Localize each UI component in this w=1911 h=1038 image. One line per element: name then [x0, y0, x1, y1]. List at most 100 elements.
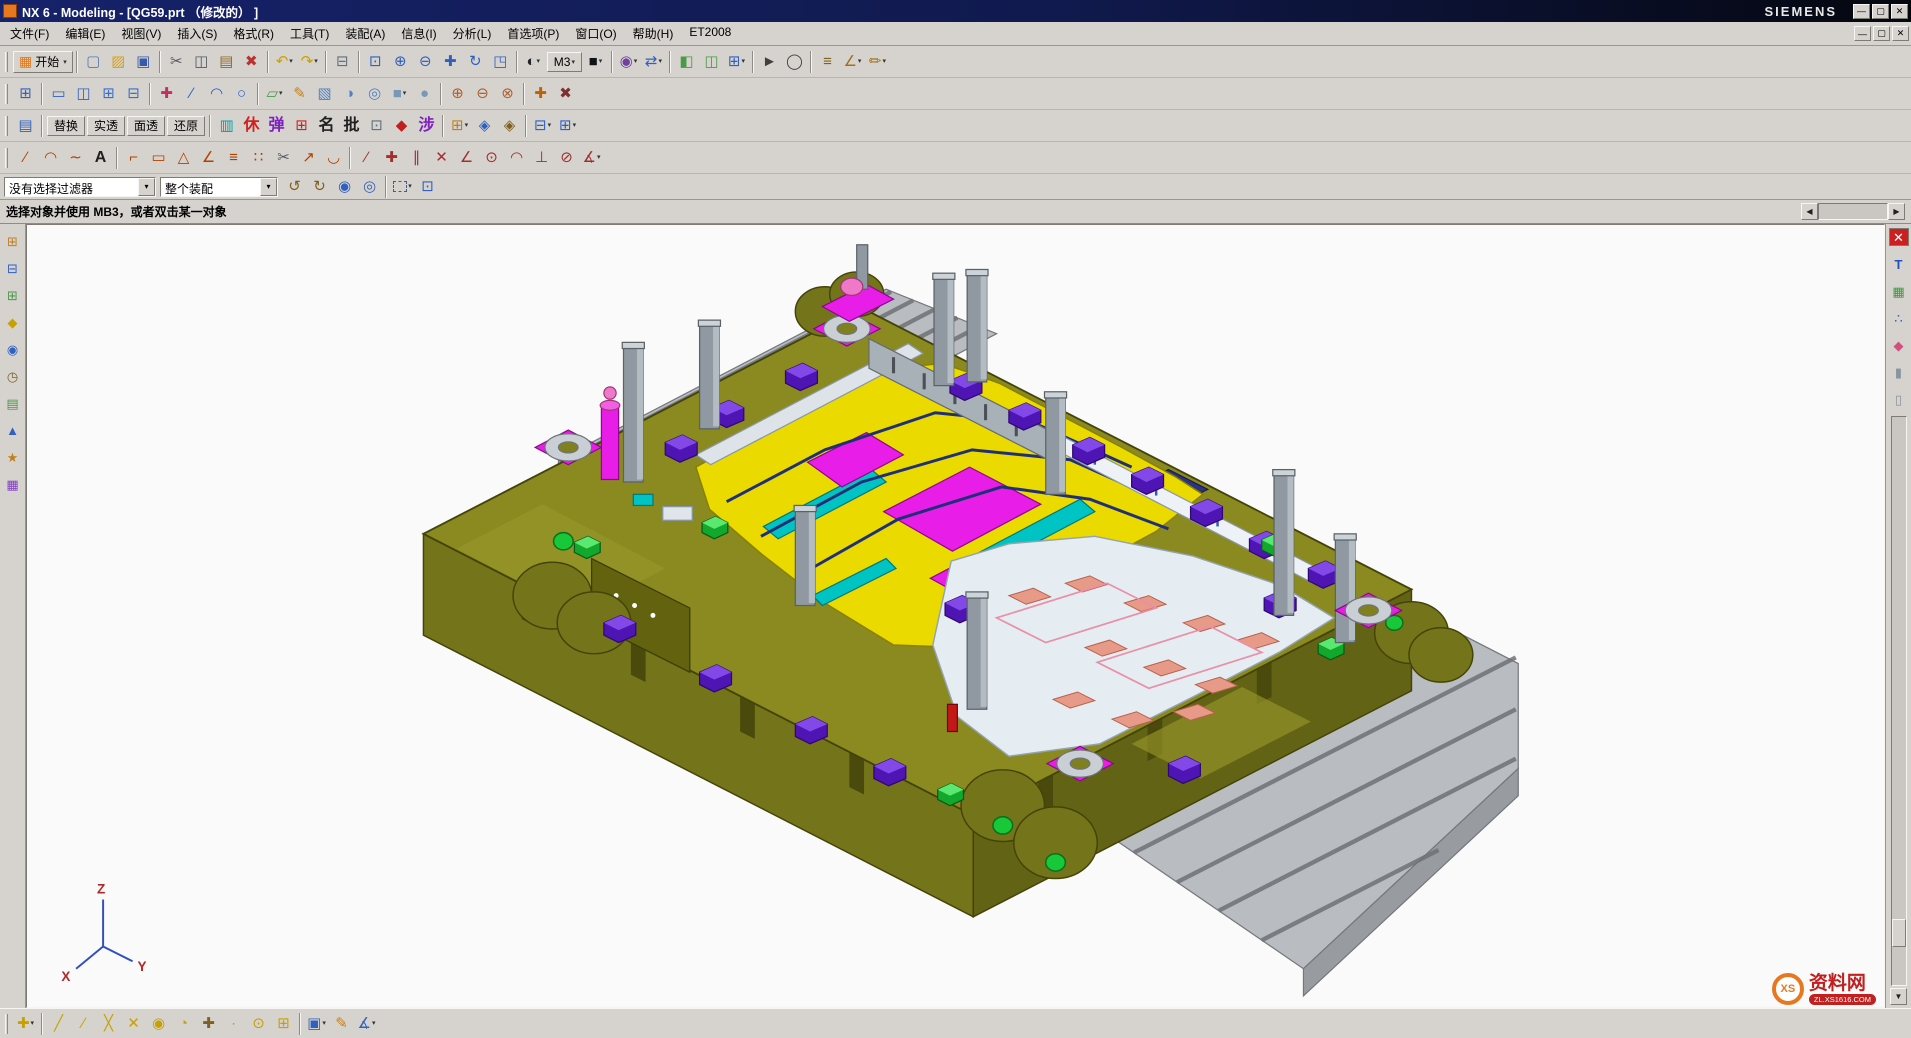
face-translucency-button[interactable]: 面透 [127, 116, 165, 136]
child-minimize-button[interactable]: — [1854, 26, 1871, 41]
unite-icon[interactable]: ⊕ [445, 82, 470, 106]
zoom-in-icon[interactable]: ⊕ [388, 50, 413, 74]
intersect-icon[interactable]: ⊗ [495, 82, 520, 106]
angle-icon[interactable]: ∠ [454, 146, 479, 170]
window-restore-button[interactable]: ▢ [1872, 4, 1889, 19]
shaded-display-icon[interactable]: ◐▾ [521, 50, 546, 74]
menu-window[interactable]: 窗口(O) [567, 22, 624, 45]
point-icon[interactable]: ✚ [154, 82, 179, 106]
hd3d-tools-icon[interactable]: ◉ [3, 340, 23, 358]
red-solid-icon[interactable]: ◆ [389, 114, 414, 138]
copy-icon[interactable]: ◫ [189, 50, 214, 74]
horizontal-scrollbar[interactable]: ◀ ▶ [1801, 203, 1905, 221]
select-arrow-icon[interactable]: ► [757, 50, 782, 74]
zoom-out-icon[interactable]: ⊖ [413, 50, 438, 74]
undo-icon[interactable]: ↶▾ [272, 50, 297, 74]
mid-point-icon[interactable]: ∕ [71, 1012, 96, 1036]
object-color-icon[interactable]: ■▾ [583, 50, 608, 74]
snap-settings-icon[interactable]: ▣▾ [304, 1012, 329, 1036]
delete-face-icon[interactable]: ✖ [553, 82, 578, 106]
render-style-button[interactable]: M3▾ [547, 52, 582, 72]
layout-wide-icon[interactable]: ⊟ [121, 82, 146, 106]
deselect-icon[interactable]: ◎ [357, 175, 382, 199]
column-display-icon[interactable]: ▥ [214, 114, 239, 138]
extend-curve-icon[interactable]: ↗ [296, 146, 321, 170]
sphere-icon[interactable]: ● [412, 82, 437, 106]
point-on-curve-icon[interactable]: ∙ [221, 1012, 246, 1036]
replace-reference-set-button[interactable]: 替换 [47, 116, 85, 136]
datum-group-icon[interactable]: ⊟▾ [530, 114, 555, 138]
menu-analysis[interactable]: 分析(L) [445, 22, 500, 45]
link-lock-icon[interactable]: ◈ [472, 114, 497, 138]
menu-assemblies[interactable]: 装配(A) [337, 22, 393, 45]
menu-edit[interactable]: 编辑(E) [57, 22, 113, 45]
print-icon[interactable]: ⊟ [330, 50, 355, 74]
existing-point-icon[interactable]: ✚ [196, 1012, 221, 1036]
circle-icon[interactable]: ○ [229, 82, 254, 106]
interference-button[interactable]: 涉 [414, 114, 439, 138]
chip-palette-icon[interactable]: ▦ [1889, 282, 1909, 300]
part-navigator-icon[interactable]: ⊞ [3, 286, 23, 304]
profile-icon[interactable]: ⌐ [121, 146, 146, 170]
menu-help[interactable]: 帮助(H) [625, 22, 682, 45]
toolbar-grip[interactable] [5, 52, 8, 72]
scroll-left-button[interactable]: ◀ [1801, 203, 1818, 220]
ellipse-icon[interactable]: ⊘ [554, 146, 579, 170]
selection-filter-dropdown[interactable]: 没有选择过滤器 ▾ [4, 177, 156, 197]
move-object-icon[interactable]: ⇄▾ [641, 50, 666, 74]
constraints-icon[interactable]: ∡▾ [354, 1012, 379, 1036]
t-slot-palette-icon[interactable]: T [1889, 255, 1909, 273]
menu-file[interactable]: 文件(F) [2, 22, 57, 45]
object-filter-icon[interactable]: ≡ [815, 50, 840, 74]
close-palette-icon[interactable]: ✕ [1889, 228, 1909, 246]
control-point-icon[interactable]: ╳ [96, 1012, 121, 1036]
highlight-icon[interactable]: ◉ [332, 175, 357, 199]
block-icon[interactable]: ■▾ [387, 82, 412, 106]
sketch-preferences-icon[interactable]: ✎ [329, 1012, 354, 1036]
menu-tools[interactable]: 工具(T) [282, 22, 337, 45]
system-materials-icon[interactable]: ▤ [3, 394, 23, 412]
cross-curve-icon[interactable]: ✕ [429, 146, 454, 170]
snapshot-icon[interactable]: ⊡ [415, 175, 440, 199]
pan-icon[interactable]: ✚ [438, 50, 463, 74]
measure-icon[interactable]: ∠▾ [840, 50, 865, 74]
suppress-button[interactable]: 休 [239, 114, 264, 138]
heart-palette-icon[interactable]: ◆ [1889, 336, 1909, 354]
save-icon[interactable]: ▣ [131, 50, 156, 74]
concentric-icon[interactable]: ⊙ [479, 146, 504, 170]
rotate-view-icon[interactable]: ↻ [463, 50, 488, 74]
pattern-curve-icon[interactable]: ∷ [246, 146, 271, 170]
annotate-icon[interactable]: ✏▾ [865, 50, 890, 74]
arc-icon[interactable]: ◠ [204, 82, 229, 106]
menu-view[interactable]: 视图(V) [113, 22, 169, 45]
cylinder-palette-icon[interactable]: ▮ [1889, 363, 1909, 381]
wcs-dynamics-icon[interactable]: ✚ [528, 82, 553, 106]
hole-icon[interactable]: ◎ [362, 82, 387, 106]
scrollbar-thumb[interactable] [1892, 919, 1906, 947]
chamfer-icon[interactable]: ∠ [196, 146, 221, 170]
new-file-icon[interactable]: ▢ [81, 50, 106, 74]
quick-trim-icon[interactable]: ∕ [354, 146, 379, 170]
show-hide-icon[interactable]: ◉▾ [616, 50, 641, 74]
vertical-scrollbar[interactable] [1891, 416, 1907, 986]
fit-view-icon[interactable]: ⊡ [363, 50, 388, 74]
sketch-line-icon[interactable]: ∕ [13, 146, 38, 170]
redo-icon[interactable]: ↷▾ [297, 50, 322, 74]
3d-model-die-assembly[interactable]: Z X Y [27, 225, 1884, 1007]
delete-icon[interactable]: ✖ [239, 50, 264, 74]
note-icon[interactable]: ⊡ [364, 114, 389, 138]
restore-button[interactable]: 还原 [167, 116, 205, 136]
arc-center-icon[interactable]: ◉ [146, 1012, 171, 1036]
paste-icon[interactable]: ▤ [214, 50, 239, 74]
scroll-right-button[interactable]: ▶ [1888, 203, 1905, 220]
graphics-window[interactable]: Z X Y XS 资料网 ZL.XS1616.COM [26, 224, 1885, 1008]
point-on-face-icon[interactable]: ⊙ [246, 1012, 271, 1036]
next-selection-icon[interactable]: ↻ [307, 175, 332, 199]
child-restore-button[interactable]: ▢ [1873, 26, 1890, 41]
perpendicular-icon[interactable]: ⊥ [529, 146, 554, 170]
feature-group-icon[interactable]: ⊞▾ [555, 114, 580, 138]
snap-point-icon[interactable]: ✚▾ [13, 1012, 38, 1036]
popup-button[interactable]: 弹 [264, 114, 289, 138]
point-tool-icon[interactable]: ✚ [379, 146, 404, 170]
subtract-icon[interactable]: ⊖ [470, 82, 495, 106]
